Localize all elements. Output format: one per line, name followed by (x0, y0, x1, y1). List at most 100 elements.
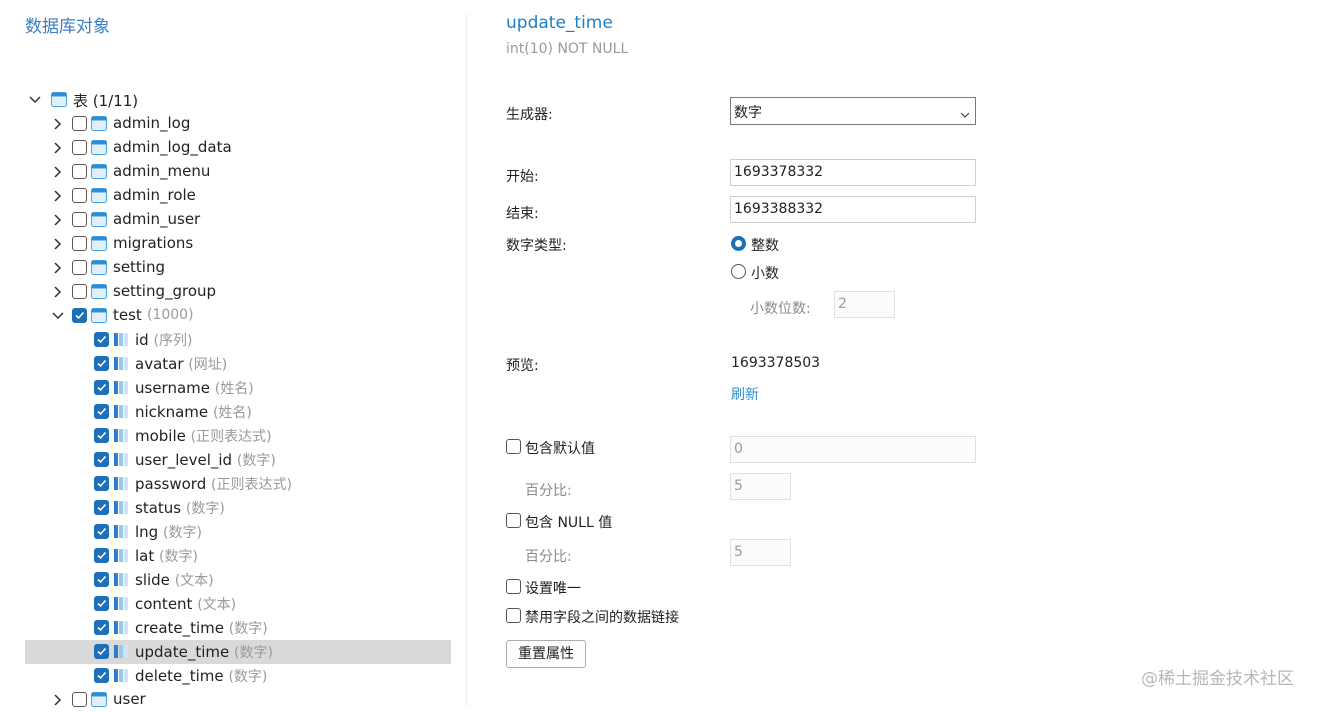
disable-link-checkbox[interactable] (506, 608, 521, 623)
column-checkbox[interactable] (94, 620, 109, 635)
generator-select[interactable]: 数字 (730, 97, 976, 125)
start-input[interactable]: 1693378332 (730, 159, 976, 186)
preview-label: 预览: (506, 358, 539, 374)
include-default-label: 包含默认值 (525, 441, 595, 457)
column-generator: (姓名) (214, 381, 254, 397)
tree-node-column[interactable]: id (序列) (25, 328, 451, 352)
table-checkbox[interactable] (72, 140, 87, 155)
table-icon (51, 92, 67, 107)
column-icon (113, 644, 129, 659)
tree-node-column[interactable]: password (正则表达式) (25, 472, 451, 496)
refresh-link[interactable]: 刷新 (731, 384, 759, 404)
column-checkbox[interactable] (94, 596, 109, 611)
column-checkbox[interactable] (94, 356, 109, 371)
chevron-right-icon[interactable] (51, 213, 65, 227)
table-checkbox[interactable] (72, 212, 87, 227)
chevron-right-icon[interactable] (51, 261, 65, 275)
table-icon (91, 308, 107, 323)
number-type-label: 数字类型: (506, 238, 567, 254)
chevron-right-icon[interactable] (51, 117, 65, 131)
integer-radio[interactable] (731, 236, 746, 251)
tree-node-table[interactable]: admin_log (25, 112, 451, 136)
table-checkbox[interactable] (72, 236, 87, 251)
chevron-right-icon[interactable] (51, 693, 65, 707)
column-label: mobile (正则表达式) (135, 426, 272, 446)
tree-node-table[interactable]: migrations (25, 232, 451, 256)
tree-node-table[interactable]: admin_role (25, 184, 451, 208)
default-percent-input[interactable]: 5 (730, 473, 791, 500)
column-icon (113, 572, 129, 587)
tree-node-column[interactable]: content (文本) (25, 592, 451, 616)
tree-node-column[interactable]: username (姓名) (25, 376, 451, 400)
tree-node-column[interactable]: delete_time (数字) (25, 664, 451, 688)
table-checkbox[interactable] (72, 284, 87, 299)
tree-node-table[interactable]: admin_menu (25, 160, 451, 184)
tree-node-table[interactable]: admin_log_data (25, 136, 451, 160)
chevron-down-icon[interactable] (51, 309, 65, 323)
chevron-right-icon[interactable] (51, 141, 65, 155)
table-icon (91, 260, 107, 275)
tree-node-column[interactable]: lat (数字) (25, 544, 451, 568)
decimal-radio[interactable] (731, 264, 746, 279)
reset-properties-button[interactable]: 重置属性 (506, 640, 586, 668)
object-tree: 表 (1/11) admin_log admin_log_data admin_me… (25, 88, 451, 712)
table-checkbox[interactable] (72, 692, 87, 707)
column-name: create_time (135, 619, 225, 637)
tree-node-column[interactable]: lng (数字) (25, 520, 451, 544)
tree-node-table[interactable]: admin_user (25, 208, 451, 232)
tree-node-column[interactable]: user_level_id (数字) (25, 448, 451, 472)
tree-node-column[interactable]: mobile (正则表达式) (25, 424, 451, 448)
column-checkbox[interactable] (94, 644, 109, 659)
tree-node-table[interactable]: setting_group (25, 280, 451, 304)
integer-radio-label: 整数 (751, 238, 779, 254)
column-generator: (数字) (185, 501, 225, 517)
tree-node-table[interactable]: test (1000) (25, 304, 451, 328)
decimal-radio-label: 小数 (751, 266, 779, 282)
table-checkbox[interactable] (72, 164, 87, 179)
table-checkbox[interactable] (72, 188, 87, 203)
column-checkbox[interactable] (94, 500, 109, 515)
end-input[interactable]: 1693388332 (730, 196, 976, 223)
include-null-checkbox[interactable] (506, 513, 521, 528)
tree-node-table[interactable]: user (25, 688, 451, 712)
column-label: create_time (数字) (135, 618, 268, 638)
chevron-right-icon[interactable] (51, 189, 65, 203)
column-checkbox[interactable] (94, 668, 109, 683)
chevron-right-icon[interactable] (51, 237, 65, 251)
table-checkbox[interactable] (72, 308, 87, 323)
chevron-right-icon[interactable] (51, 165, 65, 179)
field-type: int(10) NOT NULL (506, 41, 629, 57)
column-name: delete_time (135, 667, 224, 685)
column-checkbox[interactable] (94, 524, 109, 539)
tree-node-column[interactable]: nickname (姓名) (25, 400, 451, 424)
tree-node-tables-group[interactable]: 表 (1/11) (25, 88, 451, 112)
tree-node-table[interactable]: setting (25, 256, 451, 280)
unique-checkbox[interactable] (506, 579, 521, 594)
column-icon (113, 404, 129, 419)
column-generator: (文本) (174, 573, 214, 589)
include-default-checkbox[interactable] (506, 439, 521, 454)
table-checkbox[interactable] (72, 116, 87, 131)
decimal-places-input[interactable]: 2 (834, 291, 895, 318)
column-checkbox[interactable] (94, 548, 109, 563)
tree-node-column[interactable]: status (数字) (25, 496, 451, 520)
column-checkbox[interactable] (94, 332, 109, 347)
tree-node-column[interactable]: slide (文本) (25, 568, 451, 592)
chevron-right-icon[interactable] (51, 285, 65, 299)
column-checkbox[interactable] (94, 476, 109, 491)
chevron-down-icon[interactable] (28, 93, 42, 107)
column-checkbox[interactable] (94, 452, 109, 467)
default-value-input[interactable]: 0 (730, 436, 976, 463)
column-icon (113, 620, 129, 635)
table-checkbox[interactable] (72, 260, 87, 275)
column-name: slide (135, 571, 170, 589)
tree-node-column[interactable]: avatar (网址) (25, 352, 451, 376)
column-icon (113, 452, 129, 467)
tree-node-column[interactable]: create_time (数字) (25, 616, 451, 640)
column-checkbox[interactable] (94, 380, 109, 395)
tree-node-column[interactable]: update_time (数字) (25, 640, 451, 664)
null-percent-input[interactable]: 5 (730, 539, 791, 566)
column-checkbox[interactable] (94, 572, 109, 587)
column-checkbox[interactable] (94, 404, 109, 419)
column-checkbox[interactable] (94, 428, 109, 443)
